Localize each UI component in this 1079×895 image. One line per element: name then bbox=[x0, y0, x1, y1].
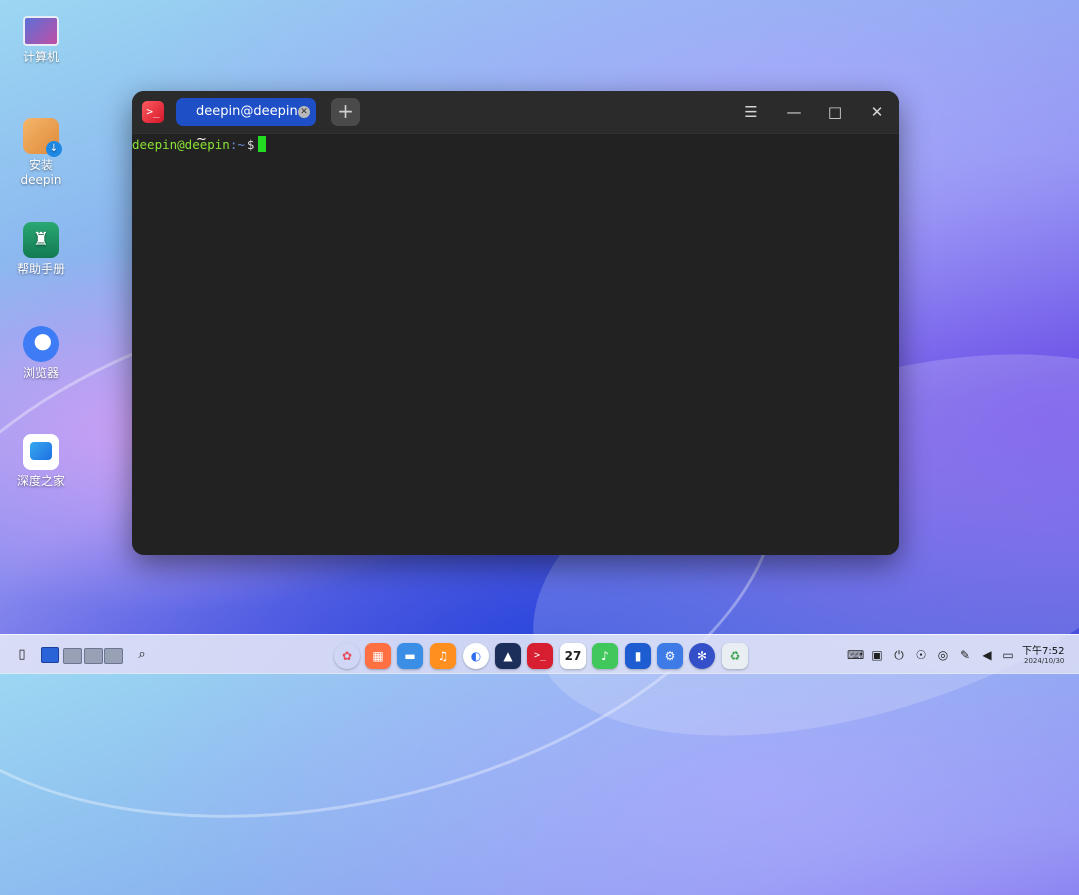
photo-viewer-icon[interactable]: ▲ bbox=[495, 643, 521, 669]
desktop-icon-help-manual[interactable]: ♜ 帮助手册 bbox=[6, 222, 76, 277]
search-icon[interactable]: ⌕ bbox=[134, 647, 150, 663]
desktop-icon-install-deepin[interactable]: ↓ 安装 deepin bbox=[6, 118, 76, 188]
install-deepin-icon: ↓ bbox=[23, 118, 62, 157]
terminal-window[interactable]: >_ deepin@deepin: ~ ✕ + ☰ — □ ✕ deepin@d… bbox=[132, 91, 899, 555]
desktop-icon-label-line1: 安装 bbox=[28, 158, 53, 172]
clock-date: 2024/10/30 bbox=[1024, 657, 1065, 665]
desktop-icon-deepin-home[interactable]: 深度之家 bbox=[6, 434, 76, 489]
workspace-4-icon[interactable] bbox=[104, 648, 123, 664]
file-manager-icon[interactable]: ▬ bbox=[397, 643, 423, 669]
terminal-cursor bbox=[258, 136, 267, 152]
power-icon[interactable]: ⏻ bbox=[891, 647, 907, 663]
help-manual-icon: ♜ bbox=[23, 222, 59, 258]
desktop-icon-computer[interactable]: 计算机 bbox=[6, 12, 76, 65]
desktop-icon-label: 深度之家 bbox=[16, 474, 65, 488]
deepin-home-icon bbox=[23, 434, 59, 470]
desktop-show-icon[interactable]: ▭ bbox=[1000, 647, 1016, 663]
browser-icon bbox=[23, 326, 59, 362]
desktop-icon-label: 计算机 bbox=[22, 50, 59, 64]
keyboard-icon[interactable]: ⌨ bbox=[847, 647, 864, 663]
music-box-icon[interactable]: ♫ bbox=[430, 643, 456, 669]
tab-terminal[interactable]: deepin@deepin: ~ ✕ bbox=[176, 98, 316, 147]
desktop-icon-label-line2: deepin bbox=[20, 173, 62, 187]
prompt-path: :~ bbox=[229, 137, 245, 152]
menu-button[interactable]: ☰ bbox=[739, 100, 763, 124]
eye-icon[interactable]: ◎ bbox=[935, 647, 951, 663]
browser-icon[interactable]: ◐ bbox=[463, 643, 489, 669]
pen-icon[interactable]: ✎ bbox=[957, 647, 973, 663]
clock-time[interactable]: 下午7:52 bbox=[1022, 642, 1064, 657]
workspace-3-icon[interactable] bbox=[84, 648, 103, 664]
screen-icon[interactable]: ▣ bbox=[869, 647, 885, 663]
desktop-icon-browser[interactable]: 浏览器 bbox=[6, 326, 76, 381]
minimize-button[interactable]: — bbox=[782, 100, 806, 124]
desktop-icon-label: 浏览器 bbox=[22, 366, 59, 380]
terminal-app-icon: >_ bbox=[142, 101, 164, 123]
maximize-button[interactable]: □ bbox=[823, 100, 847, 124]
new-tab-button[interactable]: + bbox=[331, 98, 360, 126]
terminal-output[interactable]: deepin@deepin:~ $ bbox=[132, 134, 899, 555]
workspace-1-icon[interactable] bbox=[41, 647, 59, 663]
terminal-titlebar[interactable]: >_ deepin@deepin: ~ ✕ + ☰ — □ ✕ bbox=[132, 91, 899, 147]
launcher-icon[interactable]: ✿ bbox=[334, 643, 360, 669]
app-store-icon[interactable]: ▦ bbox=[365, 643, 391, 669]
prompt-user: deepin@deepin bbox=[132, 137, 230, 152]
trash-icon[interactable]: ♻ bbox=[722, 643, 748, 669]
desktop-icon-label: 帮助手册 bbox=[16, 262, 65, 276]
workspace-2-icon[interactable] bbox=[63, 648, 82, 664]
terminal-icon[interactable]: >_ bbox=[527, 643, 553, 669]
close-button[interactable]: ✕ bbox=[865, 100, 889, 124]
control-center-icon[interactable]: ⚙ bbox=[657, 643, 683, 669]
notes-icon[interactable]: ▮ bbox=[625, 643, 651, 669]
volume-icon[interactable]: ◀ bbox=[979, 647, 995, 663]
computer-icon bbox=[23, 16, 59, 46]
notification-icon[interactable]: ☉ bbox=[913, 647, 929, 663]
clipboard-icon[interactable]: ▯ bbox=[14, 647, 30, 663]
tab-close-icon[interactable]: ✕ bbox=[298, 106, 310, 118]
settings-icon[interactable]: ✻ bbox=[689, 643, 715, 669]
dock: ▯ ⌕ ✿ ▦ ▬ ♫ ◐ ▲ >_ 27 ♪ ▮ ⚙ ✻ ♻ ⌨ ▣ ⏻ ☉ … bbox=[0, 634, 1079, 674]
prompt-symbol: $ bbox=[246, 137, 255, 152]
music-icon[interactable]: ♪ bbox=[592, 643, 618, 669]
calendar-icon[interactable]: 27 bbox=[560, 643, 586, 669]
